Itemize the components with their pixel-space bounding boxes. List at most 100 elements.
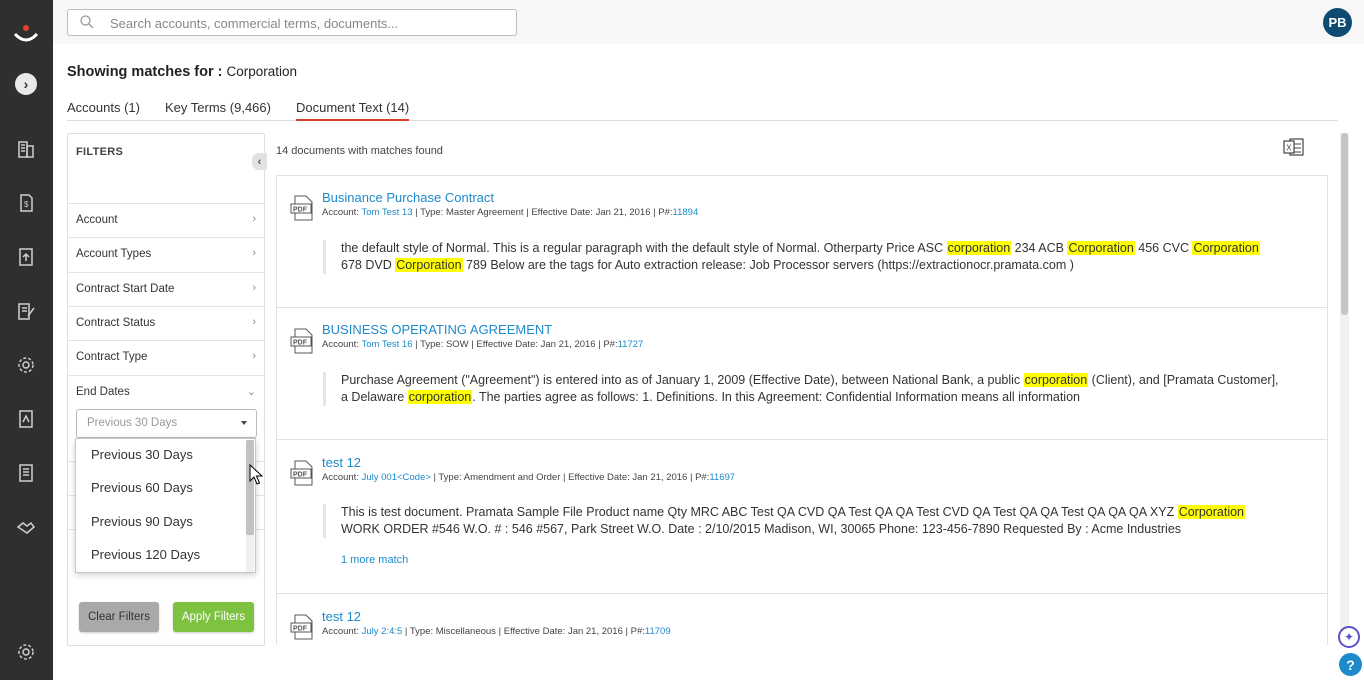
meta-pnum-label: P#:	[695, 472, 710, 483]
tab-key-terms[interactable]: Key Terms (9,466)	[165, 100, 271, 121]
filter-end-dates[interactable]: End Dates ⌄	[68, 375, 264, 409]
help-icon[interactable]: ?	[1339, 653, 1362, 676]
excel-export-icon[interactable]: X	[1283, 137, 1305, 157]
result-title-link[interactable]: BUSINESS OPERATING AGREEMENT	[322, 322, 552, 337]
chevron-right-icon: ›	[23, 76, 29, 92]
snippet-text: the default style of Normal. This is a r…	[341, 241, 947, 255]
chevron-left-icon: ‹	[257, 155, 262, 168]
search-term: Corporation	[226, 64, 298, 79]
pnum-link[interactable]: 11894	[673, 207, 699, 218]
results-list: PDF Businance Purchase Contract Account:…	[276, 175, 1328, 645]
sidebar: › $	[0, 0, 53, 680]
meta-pnum-label: P#:	[658, 207, 673, 218]
account-link[interactable]: July 001<Code>	[362, 472, 431, 483]
filter-label: Account	[76, 214, 118, 226]
logo-icon[interactable]	[12, 22, 40, 46]
filter-contract-type[interactable]: Contract Type ›	[68, 340, 264, 374]
result-tabs: Accounts (1) Key Terms (9,466) Document …	[67, 100, 1338, 121]
apply-filters-button[interactable]: Apply Filters	[173, 602, 254, 632]
buildings-icon[interactable]	[16, 139, 36, 159]
account-link[interactable]: Tom Test 16	[361, 339, 412, 350]
document-list-icon[interactable]	[16, 463, 36, 483]
pnum-link[interactable]: 11709	[645, 626, 671, 637]
heading-label: Showing matches for :	[67, 64, 223, 80]
meta-type: Master Agreement	[445, 207, 524, 218]
pnum-link[interactable]: 11727	[618, 339, 644, 350]
svg-text:$: $	[24, 200, 29, 209]
snippet-text: WORK ORDER #546 W.O. # : 546 #567, Park …	[341, 522, 1182, 536]
dropdown-option[interactable]: Previous 60 Days	[91, 480, 193, 495]
pdf-icon: PDF	[290, 614, 313, 640]
svg-text:PDF: PDF	[293, 207, 308, 214]
end-dates-dropdown: Previous 30 Days Previous 60 Days Previo…	[75, 438, 256, 573]
meta-effective-date: Jan 21, 2016	[540, 339, 596, 350]
user-avatar[interactable]: PB	[1323, 8, 1352, 37]
snippet-text: 234 ACB	[1011, 241, 1068, 255]
settings-gear-icon[interactable]	[16, 355, 36, 375]
chevron-right-icon: ›	[252, 213, 256, 225]
tab-accounts[interactable]: Accounts (1)	[67, 100, 140, 121]
dropdown-option[interactable]: Previous 120 Days	[91, 547, 200, 562]
meta-type: Miscellaneous	[435, 626, 496, 637]
meta-type-label: Type:	[420, 207, 446, 218]
tab-document-text[interactable]: Document Text (14)	[296, 100, 410, 121]
expand-sidebar-button[interactable]: ›	[15, 73, 37, 95]
collapse-filters-button[interactable]: ‹	[252, 153, 267, 170]
pnum-link[interactable]: 11697	[709, 472, 735, 483]
invoice-icon[interactable]: $	[16, 193, 36, 213]
edit-document-icon[interactable]	[16, 301, 36, 321]
meta-effective-date: Jan 21, 2016	[595, 207, 651, 218]
result-card: PDF test 12 Account: July 2:4:5 | Type: …	[277, 594, 1327, 645]
snippet-text: 456 CVC	[1134, 241, 1193, 255]
more-matches-link[interactable]: 1 more match	[341, 554, 408, 566]
search-input[interactable]	[110, 14, 500, 32]
result-meta: Account: Tom Test 13 | Type: Master Agre…	[322, 207, 699, 218]
search-icon	[80, 15, 94, 29]
search-box[interactable]	[67, 9, 517, 36]
meta-account-label: Account:	[322, 472, 362, 483]
upload-icon[interactable]	[16, 247, 36, 267]
snippet-text: 678 DVD	[341, 258, 396, 272]
result-card: PDF BUSINESS OPERATING AGREEMENT Account…	[277, 308, 1327, 440]
report-icon[interactable]	[16, 409, 36, 429]
filter-account-types[interactable]: Account Types ›	[68, 237, 264, 271]
results-count: 14 documents with matches found	[276, 145, 443, 157]
dropdown-option[interactable]: Previous 30 Days	[91, 447, 193, 462]
mouse-cursor-icon	[249, 464, 263, 485]
pdf-icon: PDF	[290, 195, 313, 221]
account-link[interactable]: July 2:4:5	[362, 626, 403, 637]
result-title-link[interactable]: test 12	[322, 609, 361, 624]
dropdown-scrollbar-thumb[interactable]	[246, 440, 254, 535]
meta-account-label: Account:	[322, 626, 362, 637]
meta-effective-label: Effective Date:	[568, 472, 633, 483]
highlighted-match: Corporation	[1177, 505, 1246, 519]
meta-account-label: Account:	[322, 339, 362, 350]
dropdown-option[interactable]: Previous 90 Days	[91, 514, 193, 529]
meta-effective-label: Effective Date:	[476, 339, 541, 350]
results-scrollbar-thumb[interactable]	[1341, 133, 1348, 315]
gear-icon[interactable]	[16, 642, 36, 662]
highlighted-match: corporation	[946, 241, 1012, 255]
svg-text:PDF: PDF	[293, 340, 308, 347]
caret-down-icon	[241, 421, 247, 425]
result-title-link[interactable]: test 12	[322, 455, 361, 470]
highlighted-match: corporation	[1023, 373, 1089, 387]
clear-filters-button[interactable]: Clear Filters	[79, 602, 159, 632]
lightbulb-icon[interactable]: ✦	[1338, 626, 1360, 648]
account-link[interactable]: Tom Test 13	[361, 207, 412, 218]
filter-account[interactable]: Account ›	[68, 203, 264, 237]
result-title-link[interactable]: Businance Purchase Contract	[322, 190, 494, 205]
chevron-right-icon: ›	[252, 350, 256, 362]
meta-pnum-label: P#:	[630, 626, 645, 637]
handshake-icon[interactable]	[16, 517, 36, 537]
filter-label: Contract Type	[76, 351, 148, 363]
filter-contract-status[interactable]: Contract Status ›	[68, 306, 264, 340]
result-meta: Account: July 001<Code> | Type: Amendmen…	[322, 472, 736, 483]
highlighted-match: Corporation	[1067, 241, 1135, 255]
svg-text:PDF: PDF	[293, 472, 308, 479]
meta-effective-date: Jan 21, 2016	[567, 626, 623, 637]
end-dates-select[interactable]: Previous 30 Days	[76, 409, 257, 438]
filter-contract-start-date[interactable]: Contract Start Date ›	[68, 272, 264, 306]
chevron-right-icon: ›	[252, 282, 256, 294]
meta-type-label: Type:	[438, 472, 464, 483]
